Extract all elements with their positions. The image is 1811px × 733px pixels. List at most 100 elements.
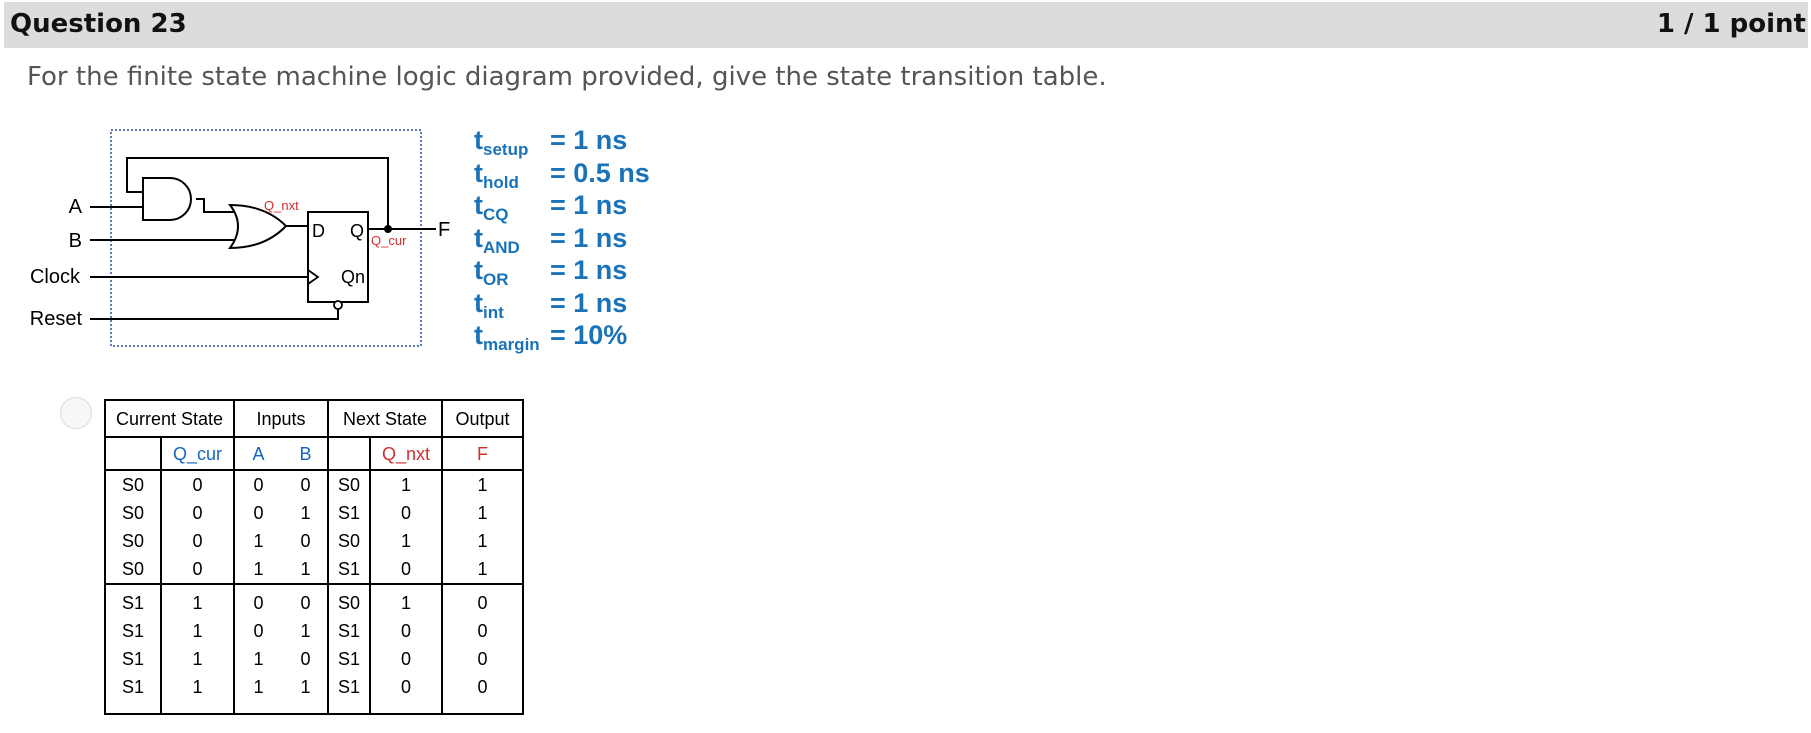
timing-hold-value: = 0.5 ns xyxy=(550,158,650,188)
input-label-clock: Clock xyxy=(30,266,81,288)
table-cell: S0 xyxy=(338,593,360,613)
timing-parameters: tsetup = 1 ns thold = 0.5 ns tCQ = 1 ns … xyxy=(474,125,650,354)
timing-int-value: = 1 ns xyxy=(550,288,627,318)
fsm-logic-diagram: A B Clock Reset D Q Qn Q_nxt Q_cur F tse… xyxy=(30,125,650,354)
table-cell: S1 xyxy=(338,621,360,641)
table-cell: 1 xyxy=(401,593,411,613)
table-cell: 1 xyxy=(192,621,202,641)
timing-setup-value: = 1 ns xyxy=(550,125,627,155)
net-label-q-nxt: Q_nxt xyxy=(264,198,299,213)
question-title: Question 23 xyxy=(10,9,187,39)
table-cell: 0 xyxy=(192,475,202,495)
table-subheader: B xyxy=(299,444,311,464)
table-cell: 1 xyxy=(300,503,310,523)
timing-and-value: = 1 ns xyxy=(550,223,627,253)
table-cell: 0 xyxy=(300,475,310,495)
input-label-reset: Reset xyxy=(30,308,83,330)
table-subheader: Q_cur xyxy=(173,444,222,465)
table-cell: 0 xyxy=(401,559,411,579)
table-cell: 0 xyxy=(401,621,411,641)
question-header: Question 23 1 / 1 point xyxy=(4,2,1808,48)
table-cell: 1 xyxy=(300,621,310,641)
timing-or: tOR xyxy=(474,255,509,289)
table-group-header: Inputs xyxy=(256,409,305,429)
table-cell: 0 xyxy=(192,559,202,579)
table-cell: S1 xyxy=(122,593,144,613)
table-cell: 0 xyxy=(253,621,263,641)
table-border xyxy=(104,399,524,715)
table-cell: 1 xyxy=(300,559,310,579)
ff-q-label: Q xyxy=(350,221,364,241)
table-cell: S0 xyxy=(122,559,144,579)
question-text: For the finite state machine logic diagr… xyxy=(27,62,1107,92)
timing-margin: tmargin xyxy=(474,320,540,354)
table-cell: 0 xyxy=(300,531,310,551)
net-label-q-cur: Q_cur xyxy=(371,233,407,248)
table-cell: 1 xyxy=(401,475,411,495)
table-cell: S0 xyxy=(338,475,360,495)
table-cell: 0 xyxy=(401,503,411,523)
input-label-a: A xyxy=(69,196,83,218)
table-group-header: Output xyxy=(455,409,509,429)
table-cell: 1 xyxy=(300,677,310,697)
table-cell: S0 xyxy=(122,503,144,523)
timing-hold: thold xyxy=(474,158,519,192)
table-cell: 1 xyxy=(192,593,202,613)
table-cell: S0 xyxy=(122,475,144,495)
table-group-header: Current State xyxy=(116,409,223,429)
table-cell: S1 xyxy=(122,621,144,641)
table-group-header: Next State xyxy=(343,409,427,429)
table-cell: 0 xyxy=(300,593,310,613)
table-cell: S1 xyxy=(338,677,360,697)
table-subheader: A xyxy=(252,444,264,464)
input-label-b: B xyxy=(69,230,82,252)
table-cell: 0 xyxy=(300,649,310,669)
table-cell: 0 xyxy=(401,677,411,697)
table-cell: 0 xyxy=(477,621,487,641)
question-points: 1 / 1 point xyxy=(1656,9,1806,39)
table-cell: 1 xyxy=(477,531,487,551)
table-cell: 0 xyxy=(192,503,202,523)
table-cell: 0 xyxy=(401,649,411,669)
reset-bubble xyxy=(333,300,343,310)
output-label-f: F xyxy=(438,219,450,241)
table-cell: 1 xyxy=(477,559,487,579)
timing-and: tAND xyxy=(474,223,520,257)
table-cell: 1 xyxy=(253,531,263,551)
table-cell: 0 xyxy=(253,475,263,495)
table-cell: 0 xyxy=(477,593,487,613)
table-cell: 1 xyxy=(253,677,263,697)
timing-cq: tCQ xyxy=(474,190,509,224)
table-cell: 1 xyxy=(253,559,263,579)
timing-or-value: = 1 ns xyxy=(550,255,627,285)
timing-margin-value: = 10% xyxy=(550,320,627,350)
and-gate xyxy=(142,177,192,221)
table-cell: 1 xyxy=(401,531,411,551)
table-cell: S1 xyxy=(338,649,360,669)
table-cell: 0 xyxy=(477,677,487,697)
table-cell: 0 xyxy=(253,503,263,523)
state-transition-table: Current State Inputs Next State Output Q_cur… xyxy=(104,399,524,715)
table-cell: 1 xyxy=(477,475,487,495)
table-cell: S1 xyxy=(122,649,144,669)
table-cell: S1 xyxy=(122,677,144,697)
table-cell: 0 xyxy=(253,593,263,613)
table-subheader: Q_nxt xyxy=(382,444,430,465)
table-cell: S1 xyxy=(338,559,360,579)
table-cell: 0 xyxy=(192,531,202,551)
ff-d-label: D xyxy=(312,221,325,241)
table-cell: S0 xyxy=(122,531,144,551)
ff-qn-label: Qn xyxy=(341,267,365,287)
table-cell: S0 xyxy=(338,531,360,551)
table-cell: 0 xyxy=(477,649,487,669)
table-cell: 1 xyxy=(477,503,487,523)
table-cell: 1 xyxy=(253,649,263,669)
table-cell: 1 xyxy=(192,677,202,697)
timing-cq-value: = 1 ns xyxy=(550,190,627,220)
table-cell: S1 xyxy=(338,503,360,523)
answer-radio[interactable] xyxy=(60,397,92,429)
timing-setup: tsetup xyxy=(474,125,528,159)
table-subheader: F xyxy=(477,444,488,464)
output-junction xyxy=(384,225,392,233)
table-cell: 1 xyxy=(192,649,202,669)
